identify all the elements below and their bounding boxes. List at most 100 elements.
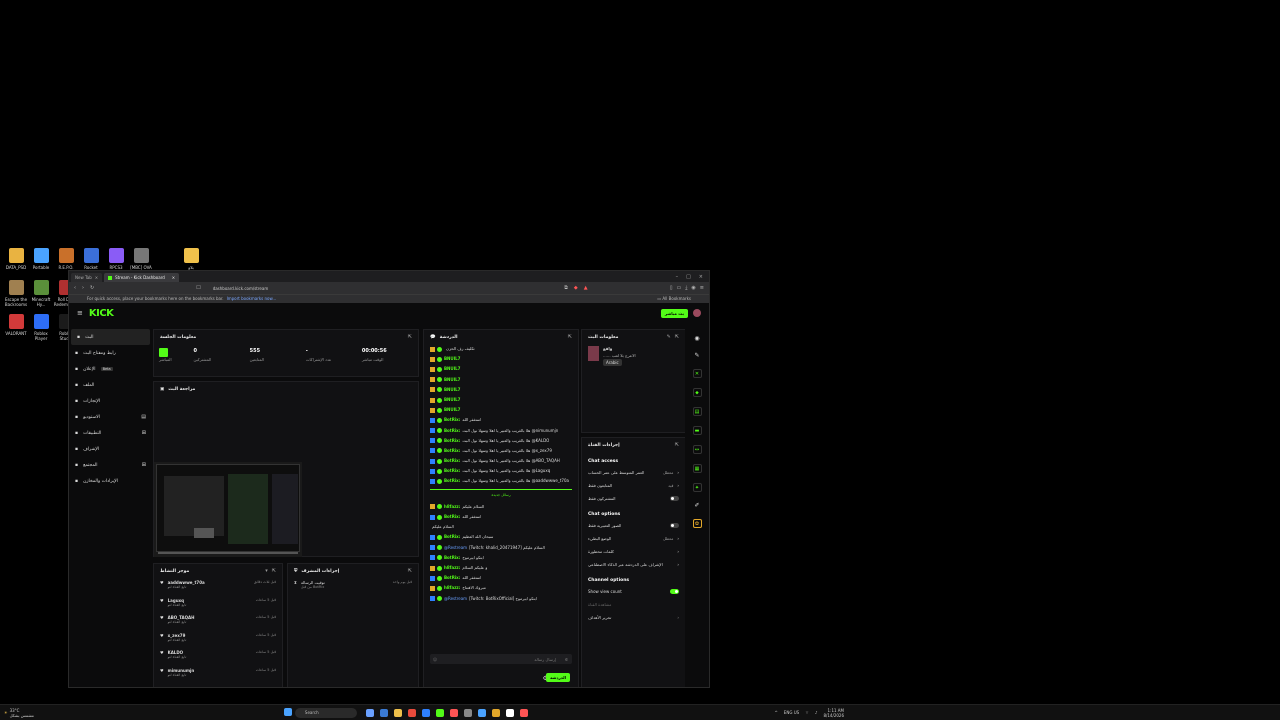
tab-kick-dashboard[interactable]: Stream - Kick Dashboard × [104,273,180,282]
chat-username[interactable]: @Restream [444,543,467,553]
brave-icon[interactable] [449,708,458,717]
sidebar-item[interactable]: ▪ الإشراف [69,441,152,457]
chat-message[interactable]: BNUIL7 [430,375,572,385]
filter-icon[interactable]: ▾ [265,568,268,574]
info-icon[interactable]: ◉ [694,335,699,342]
profile-icon[interactable]: ◉ [691,285,695,291]
desktop-icon[interactable]: بلاو [178,248,204,270]
language-indicator[interactable]: ENG US [784,710,799,715]
chat-message[interactable]: السلام عليكم [430,522,572,532]
go-live-button[interactable]: بث مباشر [660,308,688,318]
chat-username[interactable]: BotRix: [444,446,460,456]
forward-icon[interactable]: › [82,285,84,291]
chat-message[interactable]: BotRix: استغفر الله [430,415,572,425]
chat-message[interactable]: BNUIL7 [430,395,572,405]
chat-message[interactable]: BotRix: هلا بالغريب والعبير يا اهلا وسهلا… [430,466,572,476]
edge-icon[interactable] [421,708,430,717]
stream-preview-video[interactable] [154,462,302,557]
kick-logo[interactable]: KICK [89,308,114,319]
clock-date[interactable]: 8/14/2026 [823,713,844,718]
chat-message[interactable]: h8fazz: السلام عليكم [430,502,572,512]
chat-username[interactable]: BNUIL7 [444,385,460,395]
url-input[interactable]: dashboard.kick.com/stream [213,286,269,291]
task-view-icon[interactable] [365,708,374,717]
popout-icon[interactable]: ⇱ [675,334,679,340]
sidebar-item[interactable]: ▪ المجتمع ⊞ [69,457,152,473]
chat-username[interactable]: BNUIL7 [444,375,460,385]
chat-username[interactable]: BotRix: [444,426,460,436]
channel-setting-row[interactable]: الإشراف على الدردشة عبر الذكاء الاصطناعي… [582,558,685,571]
category-tag[interactable]: Arabic [603,359,622,366]
import-bookmarks-link[interactable]: Import bookmarks now... [227,295,277,303]
weather-icon[interactable]: ☀ [4,710,8,715]
chat-username[interactable]: h8fazz: [444,583,460,593]
wifi-icon[interactable]: ⌔ [805,710,809,716]
chat-username[interactable]: BNUIL7 [444,364,460,374]
download-icon[interactable]: ⤓ [685,285,687,291]
chat-message[interactable]: BotRix: هلا بالغريب والعبير يا اهلا وسهلا… [430,426,572,436]
chat-username[interactable]: BotRix: [444,553,460,563]
desktop-icon[interactable]: Rocket [78,248,104,270]
extensions-icon[interactable]: ⧉ [564,285,568,291]
menu-icon[interactable]: ≡ [700,285,704,291]
sidebar-item[interactable]: ▪ رابط ومفتاح البث [69,345,152,361]
chat-message[interactable]: BotRix: استغفر الله [430,512,572,522]
pencil-icon[interactable]: ✎ [694,352,699,359]
popout-icon[interactable]: ⇱ [408,334,412,340]
channel-setting-row[interactable]: المتابعون فقط قيد › [582,479,685,492]
chat-username[interactable]: BotRix: [444,456,460,466]
chat-message[interactable]: BotRix: هلا بالغريب والعبير يا اهلا وسهلا… [430,476,572,486]
sidebar-icon[interactable]: ▯ [670,285,673,291]
sidebar-item[interactable]: ▪ الإعلان Beta [69,361,152,377]
chat-message[interactable]: BNUIL7 [430,354,572,364]
channel-setting-row[interactable]: المشتركون فقط [582,492,685,505]
brush-icon[interactable]: ✐ [694,502,699,509]
chat-username[interactable]: BotRix: [444,436,460,446]
chat-username[interactable]: h8fazz: [444,502,460,512]
sidebar-item[interactable]: ▪ الاستوديو ▤ [69,409,152,425]
brave-browser-icon[interactable] [519,708,528,717]
maximize-icon[interactable]: □ [686,273,691,282]
taskbar-search[interactable]: Search [294,707,357,718]
volume-icon[interactable]: ♪ [815,710,818,715]
popout-icon[interactable]: ⇱ [272,568,276,574]
activity-item[interactable]: ♥ KALDO تابع القناة لتو قبل 5 ساعات [160,648,276,666]
sidebar-item[interactable]: ▪ الإنجازات [69,393,152,409]
chat-message[interactable]: BotRix: استغفر الله [430,573,572,583]
wallet-icon[interactable]: ▭ [676,285,681,291]
desktop-icon[interactable]: [MBC] OVA [128,248,154,270]
show-view-count-toggle[interactable] [670,589,679,594]
back-icon[interactable]: ‹ [74,285,76,291]
popout-icon[interactable]: ⇱ [675,442,679,448]
activity-item[interactable]: ♥ x_zex79 تابع القناة لتو قبل 5 ساعات [160,631,276,649]
prediction-icon[interactable]: ▦ [692,464,702,473]
chat-message[interactable]: BotRix: سبحان الله العظيم [430,532,572,542]
widgets-icon[interactable] [379,708,388,717]
chat-message[interactable]: تكليف رف الحزن [430,344,572,354]
chat-message[interactable]: BNUIL7 [430,405,572,415]
popout-icon[interactable]: ⇱ [408,568,412,574]
desktop-icon[interactable]: DATA_PSD [3,248,29,270]
sidebar-item[interactable]: ▪ الإيرادات والمخازن [69,473,152,489]
app-icon[interactable] [407,708,416,717]
emoji-icon[interactable]: ☺ [433,657,437,662]
brave-shield-icon[interactable]: ◆ [574,285,578,291]
chat-message[interactable]: @Restream [Twitch: BotRixOfficial] ابتكو … [430,594,572,604]
activity-item[interactable]: ♥ aaddwwwe_t70a تابع القناة لتو قبل ثلاث دق… [160,578,276,596]
chat-message[interactable]: h8fazz: مبروك الافتتاح [430,583,572,593]
chat-username[interactable]: BNUIL7 [444,405,460,415]
chat-message[interactable]: BotRix: هلا بالغريب والعبير يا اهلا وسهلا… [430,456,572,466]
desktop-icon[interactable]: R.E.P.O. [53,248,79,270]
tab-new[interactable]: New Tab × [71,273,103,282]
file-explorer-icon[interactable] [393,708,402,717]
activity-item[interactable]: ♥ ABO_TAQAH تابع القناة لتو قبل 5 ساعات [160,613,276,631]
chat-message[interactable]: BNUIL7 [430,385,572,395]
chat-message[interactable]: BotRix: هلا بالغريب والعبير يا اهلا وسهلا… [430,436,572,446]
store-icon[interactable] [477,708,486,717]
close-window-icon[interactable]: × [699,273,703,282]
sidebar-item[interactable]: ▪ الملف [69,377,152,393]
setting-toggle[interactable] [670,496,679,501]
desktop-icon[interactable]: Minecraft Hy... [28,280,54,307]
chat-username[interactable]: BNUIL7 [444,354,460,364]
sidebar-item[interactable]: ▪ البث [71,329,150,345]
